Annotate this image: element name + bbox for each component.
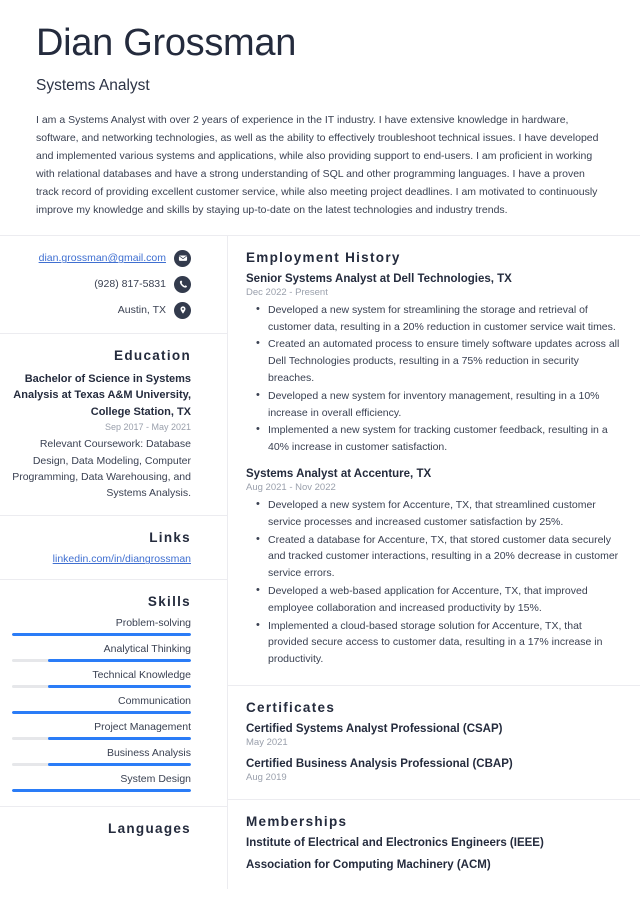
links-heading: Links bbox=[149, 530, 191, 546]
certificates-heading: Certificates bbox=[246, 699, 336, 715]
skills-heading: Skills bbox=[147, 594, 191, 610]
skill-level-fill bbox=[47, 685, 191, 689]
linkedin-link[interactable]: linkedin.com/in/diangrossman bbox=[12, 553, 191, 565]
employment-date: Aug 2021 - Nov 2022 bbox=[246, 482, 336, 493]
membership-title: Institute of Electrical and Electronics … bbox=[246, 836, 544, 849]
employment-bullet-list: Developed a new system for streamlining … bbox=[246, 301, 622, 456]
languages-section: Languages bbox=[0, 807, 227, 858]
employment-section: Employment History Senior Systems Analys… bbox=[228, 236, 640, 686]
skill-level-fill bbox=[12, 789, 191, 793]
certificates-section: Certificates Certified Systems Analyst P… bbox=[228, 686, 640, 800]
skills-section: Skills Problem-solving Analytical Thinkin… bbox=[0, 580, 227, 808]
memberships-section: Memberships Institute of Electrical and … bbox=[228, 800, 640, 889]
phone-icon bbox=[174, 275, 191, 293]
membership-entry: Association for Computing Machinery (ACM… bbox=[246, 859, 622, 871]
phone-number: (928) 817-5831 bbox=[94, 278, 166, 291]
skill-label: Business Analysis bbox=[106, 747, 191, 760]
skill-item: Project Management bbox=[12, 721, 191, 741]
employment-bullet: Implemented a new system for tracking cu… bbox=[256, 421, 622, 456]
employment-bullet: Developed a new system for inventory man… bbox=[256, 387, 622, 422]
contact-phone-row[interactable]: (928) 817-5831 bbox=[12, 275, 191, 293]
skill-level-bar bbox=[12, 633, 191, 637]
skills-list: Problem-solving Analytical Thinking Techni… bbox=[12, 617, 191, 793]
certificate-title: Certified Systems Analyst Professional (… bbox=[246, 722, 503, 735]
skill-item: Problem-solving bbox=[12, 617, 191, 637]
skill-item: Communication bbox=[12, 695, 191, 715]
education-heading: Education bbox=[114, 347, 191, 363]
skill-level-fill bbox=[47, 763, 191, 767]
location-text: Austin, TX bbox=[117, 304, 166, 317]
jobs-list: Senior Systems Analyst at Dell Technolog… bbox=[246, 273, 622, 668]
certificates-list: Certified Systems Analyst Professional (… bbox=[246, 723, 622, 783]
map-pin-icon bbox=[174, 301, 191, 319]
employment-bullet: Created an automated process to ensure t… bbox=[256, 335, 622, 386]
resume-page: Dian Grossman Systems Analyst I am a Sys… bbox=[0, 0, 640, 905]
certificate-date: Aug 2019 bbox=[246, 771, 287, 783]
employment-bullet-list: Developed a new system for Accenture, TX… bbox=[246, 496, 622, 668]
employment-entry: Senior Systems Analyst at Dell Technolog… bbox=[246, 273, 622, 456]
memberships-list: Institute of Electrical and Electronics … bbox=[246, 837, 622, 871]
employment-bullet: Developed a new system for Accenture, TX… bbox=[256, 496, 622, 531]
employment-title: Systems Analyst at Accenture, TX bbox=[246, 468, 432, 480]
employment-date: Dec 2022 - Present bbox=[246, 286, 328, 298]
skill-label: Technical Knowledge bbox=[92, 669, 191, 682]
skill-level-bar bbox=[12, 763, 191, 767]
resume-body: dian.grossman@gmail.com (928) 817-5831 A… bbox=[0, 234, 640, 889]
certificate-entry: Certified Business Analysis Professional… bbox=[246, 758, 622, 783]
education-date: Sep 2017 - May 2021 bbox=[104, 422, 191, 433]
certificate-entry: Certified Systems Analyst Professional (… bbox=[246, 723, 622, 748]
certificate-title: Certified Business Analysis Professional… bbox=[246, 757, 513, 770]
skill-level-bar bbox=[12, 711, 191, 715]
resume-header: Dian Grossman Systems Analyst I am a Sys… bbox=[0, 0, 640, 235]
professional-summary: I am a Systems Analyst with over 2 years… bbox=[36, 113, 599, 216]
skill-level-bar bbox=[12, 685, 191, 689]
employment-title: Senior Systems Analyst at Dell Technolog… bbox=[246, 272, 512, 285]
links-section: Links linkedin.com/in/diangrossman bbox=[0, 516, 227, 581]
contact-email-row[interactable]: dian.grossman@gmail.com bbox=[12, 249, 191, 267]
skill-level-bar bbox=[12, 789, 191, 793]
email-link[interactable]: dian.grossman@gmail.com bbox=[39, 252, 166, 264]
membership-entry: Institute of Electrical and Electronics … bbox=[246, 837, 622, 849]
skill-label: Problem-solving bbox=[115, 617, 191, 630]
skill-item: System Design bbox=[12, 773, 191, 793]
memberships-heading: Memberships bbox=[246, 813, 348, 829]
skill-label: Project Management bbox=[94, 721, 191, 734]
education-degree: Bachelor of Science in Systems Analysis … bbox=[13, 372, 191, 418]
candidate-name: Dian Grossman bbox=[36, 22, 297, 64]
skill-level-fill bbox=[47, 659, 191, 663]
skill-item: Analytical Thinking bbox=[12, 643, 191, 663]
skill-level-fill bbox=[12, 633, 191, 637]
skill-label: Communication bbox=[118, 695, 191, 708]
skill-level-fill bbox=[12, 711, 191, 715]
employment-bullet: Implemented a cloud-based storage soluti… bbox=[256, 617, 622, 668]
employment-bullet: Developed a web-based application for Ac… bbox=[256, 582, 622, 617]
employment-entry: Systems Analyst at Accenture, TX Aug 2021… bbox=[246, 468, 622, 668]
candidate-job-title: Systems Analyst bbox=[36, 76, 150, 94]
skill-item: Technical Knowledge bbox=[12, 669, 191, 689]
languages-heading: Languages bbox=[108, 821, 191, 837]
skill-label: Analytical Thinking bbox=[103, 643, 191, 656]
skill-level-bar bbox=[12, 659, 191, 663]
contact-location-row: Austin, TX bbox=[12, 301, 191, 319]
certificate-date: May 2021 bbox=[246, 736, 288, 748]
employment-heading: Employment History bbox=[246, 249, 401, 265]
employment-bullet: Created a database for Accenture, TX, th… bbox=[256, 531, 622, 582]
education-section: Education Bachelor of Science in Systems… bbox=[0, 334, 227, 517]
envelope-icon bbox=[174, 249, 191, 267]
education-description: Relevant Coursework: Database Design, Da… bbox=[12, 438, 191, 500]
employment-bullet: Developed a new system for streamlining … bbox=[256, 301, 622, 336]
membership-title: Association for Computing Machinery (ACM… bbox=[246, 858, 491, 871]
skill-label: System Design bbox=[120, 773, 191, 786]
contact-section: dian.grossman@gmail.com (928) 817-5831 A… bbox=[0, 236, 227, 334]
skill-item: Business Analysis bbox=[12, 747, 191, 767]
right-column: Employment History Senior Systems Analys… bbox=[228, 236, 640, 889]
left-column: dian.grossman@gmail.com (928) 817-5831 A… bbox=[0, 235, 228, 889]
skill-level-fill bbox=[47, 737, 191, 741]
skill-level-bar bbox=[12, 737, 191, 741]
